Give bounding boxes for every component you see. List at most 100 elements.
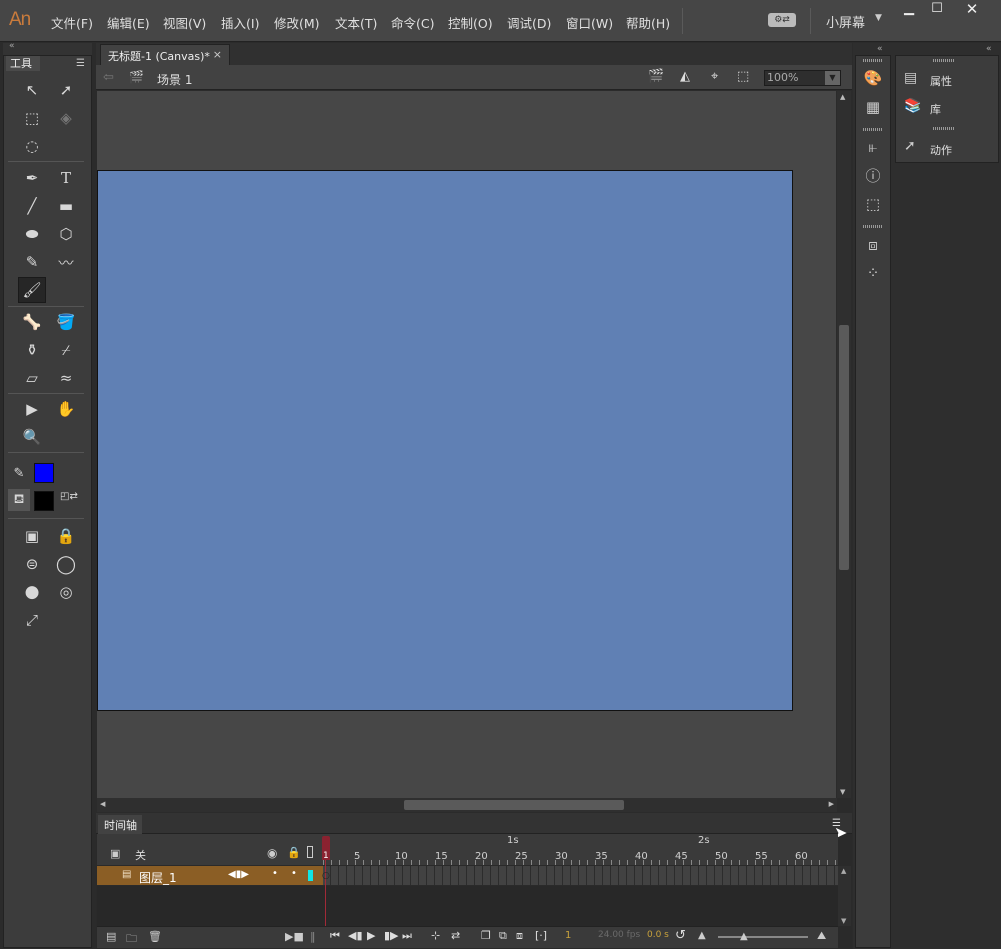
current-frame[interactable]: 1 (565, 930, 571, 941)
scroll-down-icon[interactable]: ▼ (840, 788, 845, 796)
menu-text[interactable]: 文本(T) (335, 13, 377, 32)
menu-help[interactable]: 帮助(H) (626, 13, 670, 32)
edit-multiple-icon[interactable]: ⧈ (516, 929, 523, 943)
modify-markers-icon[interactable]: [·] (535, 929, 547, 942)
pressure-icon[interactable]: ◎ (53, 580, 79, 604)
scroll-up-icon[interactable]: ▲ (840, 93, 845, 101)
clip-content-icon[interactable]: ⬚ (737, 69, 749, 84)
minimize-button[interactable]: ▁ (895, 2, 923, 18)
loop-icon[interactable]: ⇄ (451, 929, 460, 942)
onion-outline-icon[interactable]: ⧉ (499, 929, 507, 943)
document-tab[interactable]: 无标题-1 (Canvas)* × (100, 44, 230, 65)
menu-file[interactable]: 文件(F) (51, 13, 93, 32)
frame-grid[interactable] (323, 866, 838, 885)
scroll-left-icon[interactable]: ◀ (100, 800, 105, 808)
lock-icon[interactable]: 🔒 (287, 846, 301, 859)
zoom-out-icon[interactable]: ▲ (698, 930, 706, 941)
new-layer-icon[interactable]: ▤ (106, 930, 116, 943)
first-frame-icon[interactable]: ⏮ (330, 929, 340, 943)
oval-tool-icon[interactable]: ⬬ (19, 222, 45, 246)
undo-icon[interactable]: ↺ (675, 928, 686, 943)
paint-bucket-tool-icon[interactable]: 🪣 (53, 310, 79, 334)
workspace-switcher[interactable]: 小屏幕 (826, 12, 865, 31)
brush-shape-icon[interactable]: ◯ (53, 552, 79, 576)
delete-layer-icon[interactable]: 🗑 (148, 930, 162, 943)
scroll-down-icon[interactable]: ▼ (841, 917, 846, 925)
layer-name[interactable]: 图层_1 (139, 869, 177, 886)
zoom-tool-icon[interactable]: 🔍 (19, 425, 45, 449)
hand-tool-icon[interactable]: ✋ (53, 397, 79, 421)
step-back-icon[interactable]: ◀▮ (348, 929, 363, 942)
close-icon[interactable]: × (213, 48, 222, 61)
last-frame-icon[interactable]: ⏭ (402, 929, 412, 943)
width-tool-icon[interactable]: ≈ (53, 366, 79, 390)
components-icon[interactable]: ⧈ (861, 234, 885, 256)
chevron-down-icon[interactable]: ▼ (875, 13, 882, 23)
panel-grip[interactable] (933, 127, 955, 130)
playhead[interactable]: 1 (322, 836, 330, 861)
free-transform-tool-icon[interactable]: ⬚ (19, 106, 45, 130)
menu-view[interactable]: 视图(V) (163, 13, 206, 32)
close-window-button[interactable]: ✕ (958, 2, 986, 18)
slider-handle[interactable]: ▲ (740, 931, 748, 942)
back-arrow-icon[interactable]: ⇦ (103, 70, 114, 85)
3d-rotation-tool-icon[interactable]: ◈ (53, 106, 79, 130)
lock-dot[interactable]: • (291, 868, 297, 879)
text-tool-icon[interactable]: T (53, 166, 79, 190)
menu-commands[interactable]: 命令(C) (391, 13, 434, 32)
menu-control[interactable]: 控制(O) (448, 13, 493, 32)
horizontal-scroll-thumb[interactable] (404, 800, 624, 810)
menu-edit[interactable]: 编辑(E) (107, 13, 150, 32)
panel-menu-icon[interactable]: ☰ (76, 58, 85, 69)
menu-modify[interactable]: 修改(M) (274, 13, 320, 32)
zoom-in-icon[interactable]: ⛰ (817, 929, 826, 943)
ink-bottle-tool-icon[interactable]: ⚱ (19, 338, 45, 362)
panel-grip[interactable] (933, 59, 955, 62)
info-icon[interactable]: ⓘ (861, 165, 885, 187)
camera-tool-icon[interactable]: ▶ (19, 397, 45, 421)
center-stage-icon[interactable]: ⌖ (711, 69, 718, 84)
pen-tool-icon[interactable]: ✒ (19, 166, 45, 190)
expand-icon[interactable]: « (986, 44, 992, 54)
timeline-tab[interactable]: 时间轴 (98, 815, 142, 834)
panel-grip[interactable] (863, 225, 883, 228)
panel-grip[interactable] (863, 128, 883, 131)
sync-settings-icon[interactable]: ⚙⇄ (768, 13, 796, 27)
eyedropper-tool-icon[interactable]: ⌿ (53, 338, 79, 362)
swap-colors-icon[interactable]: ◰⇄ (60, 491, 78, 502)
align-icon[interactable]: ⫦ (861, 136, 885, 158)
eraser-tool-icon[interactable]: ▱ (19, 366, 45, 390)
fill-color-swatch[interactable] (34, 491, 54, 511)
actions-panel-button[interactable]: 动作 (930, 142, 952, 158)
fps-value[interactable]: 24.00 fps (598, 930, 640, 940)
step-forward-icon[interactable]: ▮▶ (384, 929, 399, 942)
layer-outline-color[interactable] (308, 870, 313, 881)
scroll-up-icon[interactable]: ▲ (841, 867, 846, 875)
vertical-scroll-thumb[interactable] (839, 325, 849, 570)
swatches-icon[interactable]: ▦ (861, 96, 885, 118)
subselection-tool-icon[interactable]: ➚ (53, 78, 79, 102)
library-panel-button[interactable]: 库 (930, 101, 941, 117)
elapsed-time[interactable]: 0.0 s (647, 930, 669, 940)
lock-fill-icon[interactable]: 🔒 (53, 524, 79, 548)
stage-canvas[interactable] (97, 170, 793, 711)
timeline-vertical-scrollbar[interactable]: ▲ ▼ (838, 866, 851, 926)
onion-skin-icon[interactable]: ❐ (481, 929, 491, 942)
polystar-tool-icon[interactable]: ⬡ (53, 222, 79, 246)
camera-icon[interactable]: ▶■ (285, 930, 304, 943)
maximize-button[interactable]: ☐ (923, 2, 951, 18)
outline-icon[interactable] (307, 846, 313, 858)
brush-size-icon[interactable]: ● (19, 580, 45, 604)
chevron-down-icon[interactable]: ▼ (825, 71, 840, 85)
eye-icon[interactable]: ◉ (267, 846, 277, 860)
edit-symbols-icon[interactable]: ◭ (680, 69, 690, 84)
smoothing-icon[interactable]: ⤢ (19, 608, 45, 632)
pencil-tool-icon[interactable]: ✎ (19, 250, 45, 274)
new-folder-icon[interactable]: 🗀 (126, 930, 137, 949)
bone-tool-icon[interactable]: 🦴 (19, 310, 45, 334)
menu-debug[interactable]: 调试(D) (507, 13, 551, 32)
brush-mode-icon[interactable]: ⊜ (19, 552, 45, 576)
show-parenting-icon[interactable]: ▣ (110, 847, 120, 860)
lasso-tool-icon[interactable]: ◌ (19, 134, 45, 158)
selection-tool-icon[interactable]: ↖ (19, 78, 45, 102)
